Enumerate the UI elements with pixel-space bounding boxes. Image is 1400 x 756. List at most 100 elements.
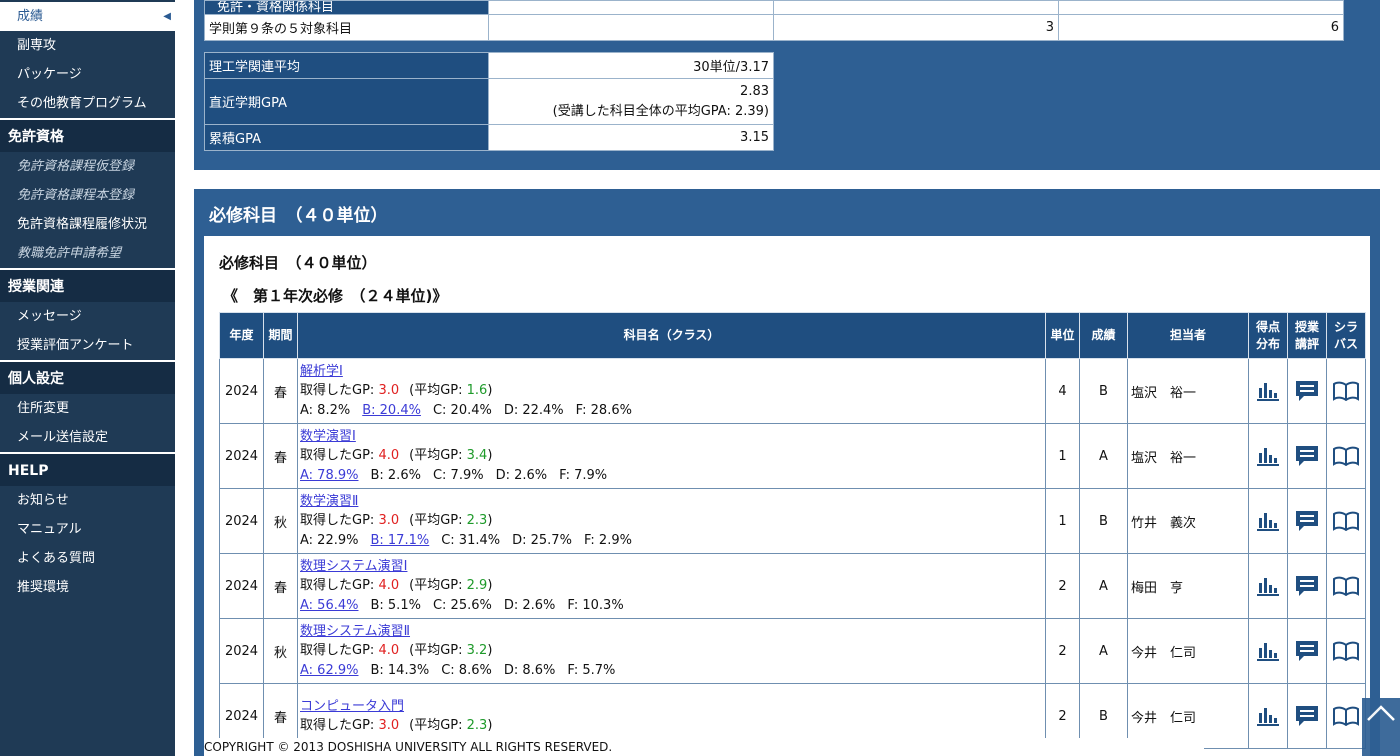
grade-share: A: 8.2% xyxy=(300,402,351,418)
science-avg-value: 30単位/3.17 xyxy=(488,52,774,79)
section-heading: 必修科目 （４０単位） xyxy=(219,254,377,272)
required-courses-panel: 必修科目 （４０単位） 必修科目 （４０単位） 《 第１年次必修 （２４単位)》… xyxy=(194,189,1380,756)
course-year: 2024 xyxy=(219,488,264,554)
distribution-button[interactable] xyxy=(1248,683,1288,749)
bar-chart-icon xyxy=(1257,448,1279,466)
grade-distribution: A: 78.9% B: 2.6% C: 7.9% D: 2.6% F: 7.9% xyxy=(300,466,1045,486)
distribution-button[interactable] xyxy=(1248,423,1288,489)
grade-distribution: A: 22.9% B: 17.1% C: 31.4% D: 25.7% F: 2.9% xyxy=(300,531,1045,551)
sidebar-item-3[interactable]: その他教育プログラム xyxy=(0,89,175,118)
sidebar-item-3-3[interactable]: 推奨環境 xyxy=(0,573,175,602)
article-row-label: 学則第９条の５対象科目 xyxy=(204,14,489,41)
sidebar-item-1[interactable]: 副専攻 xyxy=(0,31,175,60)
recent-gpa-value: 2.83 xyxy=(740,83,769,99)
course-term: 春 xyxy=(263,423,298,489)
course-teacher: 竹井 義次 xyxy=(1127,488,1249,554)
grade-distribution: A: 56.4% B: 5.1% C: 25.6% D: 2.6% F: 10.3% xyxy=(300,596,1045,616)
course-year: 2024 xyxy=(219,553,264,619)
header-units: 単位 xyxy=(1045,312,1080,359)
course-name-link[interactable]: コンピュータ入門 xyxy=(300,699,404,714)
grade-share: F: 7.9% xyxy=(559,467,608,483)
book-icon xyxy=(1333,381,1359,401)
grade-distribution-link[interactable]: B: 17.1% xyxy=(370,533,429,548)
grade-share: C: 20.4% xyxy=(432,402,492,418)
article-row-value-1 xyxy=(488,14,774,41)
grade-share: A: 22.9% xyxy=(300,532,359,548)
grade-distribution: A: 8.2% B: 20.4% C: 20.4% D: 22.4% F: 28.6% xyxy=(300,401,1045,421)
distribution-button[interactable] xyxy=(1248,488,1288,554)
syllabus-button[interactable] xyxy=(1326,358,1366,424)
comment-icon xyxy=(1296,511,1318,531)
scroll-to-top-button[interactable] xyxy=(1362,698,1400,756)
sidebar-item-3-1[interactable]: マニュアル xyxy=(0,515,175,544)
sidebar-item-0-1: 免許資格課程本登録 xyxy=(0,181,175,210)
review-button[interactable] xyxy=(1287,423,1327,489)
syllabus-button[interactable] xyxy=(1326,683,1366,749)
grade-share: D: 25.7% xyxy=(512,532,572,548)
grade-distribution: A: 62.9% B: 14.3% C: 8.6% D: 8.6% F: 5.7% xyxy=(300,661,1045,681)
review-button[interactable] xyxy=(1287,553,1327,619)
course-name-link[interactable]: 数理システム演習Ⅱ xyxy=(300,624,410,639)
book-icon xyxy=(1333,706,1359,726)
review-button[interactable] xyxy=(1287,618,1327,684)
course-info: 数学演習Ⅱ 取得したGP: 3.0 (平均GP: 2.3) A: 22.9% B: 17… xyxy=(297,488,1046,554)
comment-icon xyxy=(1296,641,1318,661)
sidebar-item-0-2[interactable]: 免許資格課程履修状況 xyxy=(0,210,175,239)
course-units: 2 xyxy=(1045,618,1080,684)
course-name-link[interactable]: 数学演習Ⅱ xyxy=(300,494,358,509)
grade-share: D: 22.4% xyxy=(503,402,564,418)
distribution-button[interactable] xyxy=(1248,553,1288,619)
book-icon xyxy=(1333,576,1359,596)
syllabus-button[interactable] xyxy=(1326,553,1366,619)
sidebar-item-2-0[interactable]: 住所変更 xyxy=(0,394,175,423)
course-grade: B xyxy=(1079,358,1128,424)
average-gp: 2.9 xyxy=(466,578,488,594)
distribution-button[interactable] xyxy=(1248,618,1288,684)
review-button[interactable] xyxy=(1287,488,1327,554)
review-button[interactable] xyxy=(1287,358,1327,424)
syllabus-button[interactable] xyxy=(1326,618,1366,684)
course-name-link[interactable]: 解析学Ⅰ xyxy=(300,364,343,379)
header-teacher: 担当者 xyxy=(1127,312,1249,359)
sidebar-item-1-1[interactable]: 授業評価アンケート xyxy=(0,331,175,360)
grade-distribution-link[interactable]: A: 78.9% xyxy=(300,468,358,483)
syllabus-button[interactable] xyxy=(1326,488,1366,554)
sidebar-item-0[interactable]: 成績 ◀ xyxy=(0,2,175,31)
course-units: 1 xyxy=(1045,423,1080,489)
course-units: 1 xyxy=(1045,488,1080,554)
table-row: 2024 春数学演習Ⅰ 取得したGP: 4.0 (平均GP: 3.4) A: 78.9%… xyxy=(219,423,1366,489)
header-distribution: 得点 分布 xyxy=(1248,312,1288,359)
earned-gp: 4.0 xyxy=(378,643,400,659)
table-header-row: 年度 期間 科目名（クラス） 単位 成績 担当者 得点 分布 授業 講評 シラ バス xyxy=(219,312,1366,359)
grade-distribution-link[interactable]: A: 62.9% xyxy=(300,663,358,678)
course-term: 春 xyxy=(263,553,298,619)
grade-distribution-link[interactable]: B: 20.4% xyxy=(362,403,421,418)
sidebar-item-1-0[interactable]: メッセージ xyxy=(0,302,175,331)
grade-distribution-link[interactable]: A: 56.4% xyxy=(300,598,358,613)
course-name-link[interactable]: 数理システム演習Ⅰ xyxy=(300,559,407,574)
syllabus-button[interactable] xyxy=(1326,423,1366,489)
sidebar-item-2[interactable]: パッケージ xyxy=(0,60,175,89)
grade-share: C: 7.9% xyxy=(432,467,484,483)
average-gp: 2.3 xyxy=(466,718,488,733)
course-teacher: 塩沢 裕一 xyxy=(1127,358,1249,424)
bar-chart-icon xyxy=(1257,643,1279,661)
earned-gp: 3.0 xyxy=(378,383,400,399)
sidebar-item-3-2[interactable]: よくある質問 xyxy=(0,544,175,573)
grade-share: F: 5.7% xyxy=(567,662,616,678)
header-grade: 成績 xyxy=(1079,312,1128,359)
course-info: 数理システム演習Ⅱ 取得したGP: 4.0 (平均GP: 3.2) A: 62.9% B… xyxy=(297,618,1046,684)
required-courses-content: 必修科目 （４０単位） 《 第１年次必修 （２４単位)》 年度 期間 科目名（ク… xyxy=(204,236,1370,756)
grade-share: F: 10.3% xyxy=(567,597,624,613)
distribution-button[interactable] xyxy=(1248,358,1288,424)
course-name-link[interactable]: 数学演習Ⅰ xyxy=(300,429,356,444)
grade-share: F: 2.9% xyxy=(583,532,632,548)
gp-line: 取得したGP: 4.0 (平均GP: 3.4) xyxy=(300,448,493,464)
sidebar-item-2-1[interactable]: メール送信設定 xyxy=(0,423,175,452)
review-button[interactable] xyxy=(1287,683,1327,749)
header-term: 期間 xyxy=(263,312,298,359)
average-gp: 1.6 xyxy=(466,383,488,399)
gpa-summary-table: 理工学関連平均 30単位/3.17 直近学期GPA 2.83 (受講した科目全体… xyxy=(204,52,774,151)
sidebar-item-3-0[interactable]: お知らせ xyxy=(0,486,175,515)
course-units: 4 xyxy=(1045,358,1080,424)
